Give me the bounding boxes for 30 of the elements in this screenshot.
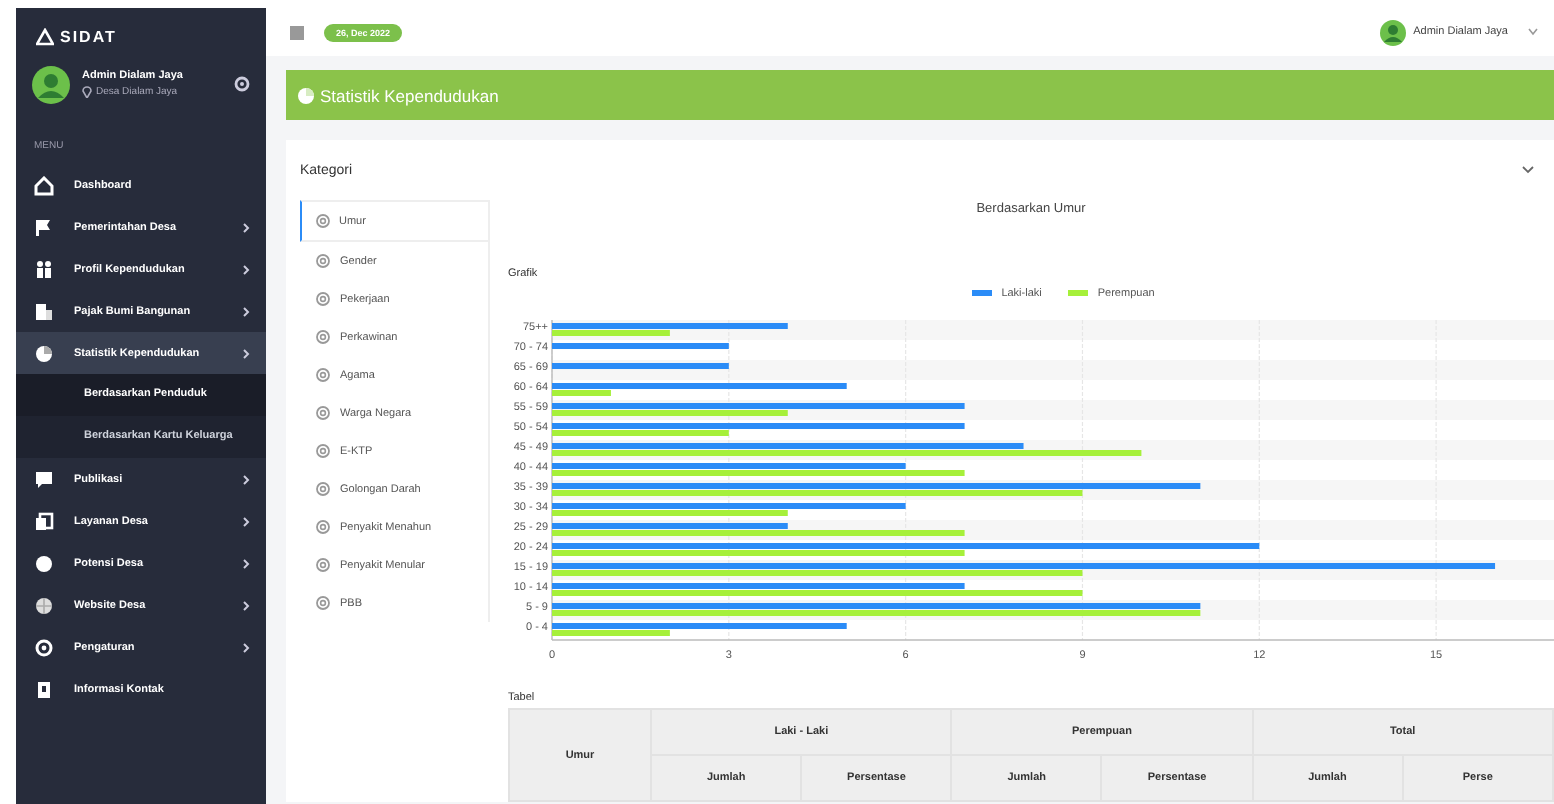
address-book-icon	[34, 679, 54, 699]
people-icon	[34, 259, 54, 279]
caret-down-icon	[1528, 28, 1538, 36]
chat-icon	[34, 469, 54, 489]
avatar-icon	[1379, 19, 1406, 45]
circle-icon	[34, 553, 54, 573]
chevron-right-icon	[242, 473, 250, 485]
avatar-icon	[32, 65, 70, 103]
chevron-right-icon	[242, 557, 250, 569]
chevron-right-icon	[242, 305, 250, 317]
pie-chart-icon	[34, 343, 54, 363]
chevron-right-icon	[242, 599, 250, 611]
menu-icon	[290, 25, 304, 39]
copy-icon	[34, 511, 54, 531]
home-icon	[34, 175, 54, 195]
globe-icon	[34, 595, 54, 615]
logo-text: SIDAT	[60, 27, 117, 45]
gear-icon	[34, 637, 54, 657]
building-icon	[34, 301, 54, 321]
chevron-right-icon	[242, 263, 250, 275]
pie-chart-icon	[298, 87, 314, 103]
chevron-right-icon	[242, 515, 250, 527]
page-title: Statistik Kependudukan	[320, 85, 499, 105]
chevron-right-icon	[242, 347, 250, 359]
location-pin-icon	[82, 86, 92, 98]
settings-icon	[234, 76, 250, 92]
chevron-right-icon	[242, 221, 250, 233]
chevron-right-icon	[242, 641, 250, 653]
chevron-down-icon	[1522, 166, 1534, 174]
flag-icon	[34, 217, 54, 237]
